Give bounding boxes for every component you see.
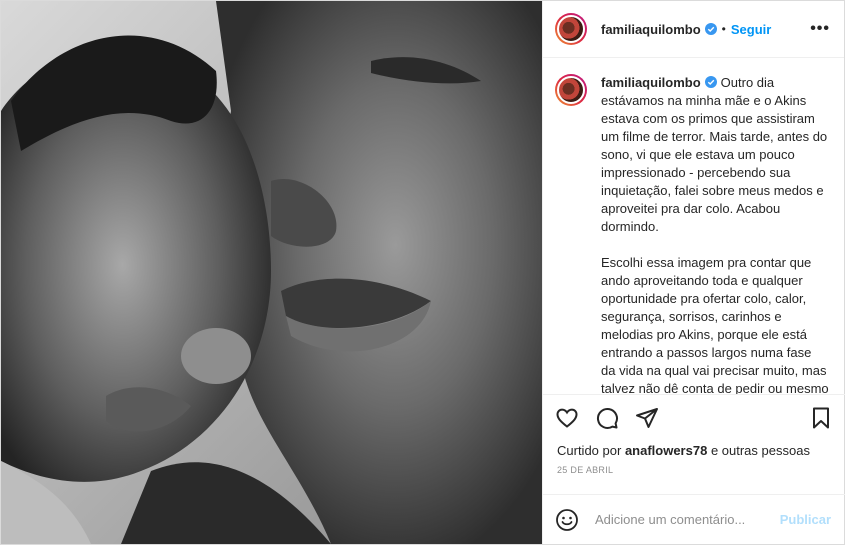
post-date[interactable]: 25 DE ABRIL — [543, 463, 845, 483]
author-avatar[interactable] — [555, 13, 587, 45]
verified-badge-icon — [704, 76, 717, 88]
caption-row: familiaquilombo Outro dia estávamos na mi… — [555, 74, 831, 394]
black-and-white-portrait-image — [1, 1, 542, 544]
comment-bubble-icon[interactable] — [595, 406, 619, 430]
liked-by-prefix: Curtido por — [557, 443, 622, 458]
bookmark-icon[interactable] — [809, 406, 833, 430]
heart-icon[interactable] — [555, 406, 579, 430]
liked-by-user[interactable]: anaflowers78 — [625, 443, 707, 458]
action-icons-row — [543, 395, 845, 441]
caption-username[interactable]: familiaquilombo — [601, 75, 701, 90]
follow-button[interactable]: Seguir — [731, 22, 771, 37]
post-header: familiaquilombo • Seguir ••• — [543, 1, 844, 58]
author-username[interactable]: familiaquilombo — [601, 22, 701, 37]
verified-badge-icon — [704, 23, 717, 35]
caption-paragraph-2: Escolhi essa imagem pra contar que ando … — [601, 255, 829, 394]
comment-composer: Publicar — [543, 494, 845, 544]
smiley-icon[interactable] — [555, 508, 579, 532]
instagram-post: familiaquilombo • Seguir ••• familiaquil… — [0, 0, 845, 545]
caption-author-avatar[interactable] — [555, 74, 587, 106]
post-photo[interactable] — [1, 1, 542, 544]
post-actions: Curtido por anaflowers78 e outras pessoa… — [543, 394, 845, 544]
separator-dot: • — [721, 22, 726, 36]
paper-plane-icon[interactable] — [635, 406, 659, 430]
more-options-icon[interactable]: ••• — [810, 21, 830, 37]
publish-button[interactable]: Publicar — [780, 512, 831, 527]
liked-by-suffix[interactable]: e outras pessoas — [711, 443, 810, 458]
caption-text: familiaquilombo Outro dia estávamos na mi… — [601, 74, 829, 394]
post-side-panel: familiaquilombo • Seguir ••• familiaquil… — [542, 1, 845, 544]
caption-scroll-area[interactable]: familiaquilombo Outro dia estávamos na mi… — [543, 58, 845, 394]
comment-input[interactable] — [595, 512, 780, 527]
likes-summary: Curtido por anaflowers78 e outras pessoa… — [543, 441, 845, 463]
caption-paragraph-1: Outro dia estávamos na minha mãe e o Aki… — [601, 75, 831, 234]
